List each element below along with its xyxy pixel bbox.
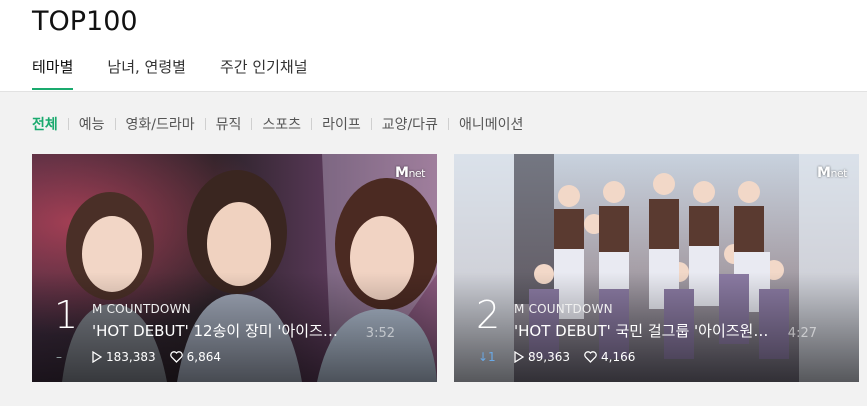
page-title: TOP100: [32, 6, 138, 37]
mnet-logo: Mnet: [395, 165, 425, 181]
channel-name[interactable]: M COUNTDOWN: [92, 302, 191, 316]
divider: [114, 118, 116, 130]
play-icon: [514, 351, 524, 363]
video-card[interactable]: Mnet 1 – M COUNTDOWN 'HOT DEBUT' 12송이 장미…: [32, 154, 437, 382]
category-all[interactable]: 전체: [32, 114, 58, 134]
header: TOP100 테마별 남녀, 연령별 주간 인기채널: [0, 0, 867, 92]
video-duration: 3:52: [365, 326, 395, 341]
like-count-value: 6,864: [186, 350, 221, 364]
tab-theme[interactable]: 테마별: [32, 56, 74, 90]
category-animation[interactable]: 애니메이션: [459, 114, 523, 134]
rank-number: 2: [476, 293, 501, 337]
divider: [447, 118, 449, 130]
heart-icon: [584, 351, 597, 363]
play-icon: [92, 351, 102, 363]
like-count-value: 4,166: [601, 350, 636, 364]
rank-change: ↓1: [478, 350, 496, 364]
category-life[interactable]: 라이프: [322, 114, 361, 134]
video-title[interactable]: 'HOT DEBUT' 국민 걸그룹 '아이즈원'의 '라비앙로즈' 무대: [514, 320, 772, 341]
category-sports[interactable]: 스포츠: [262, 114, 301, 134]
category-documentary[interactable]: 교양/다큐: [382, 114, 438, 134]
play-count: 183,383: [92, 350, 156, 364]
rank-change: –: [56, 350, 62, 364]
tab-bar: 테마별 남녀, 연령별 주간 인기채널: [32, 56, 342, 90]
video-title[interactable]: 'HOT DEBUT' 12송이 장미 '아이즈원'의 '라비앙로즈' 무대: [92, 320, 350, 341]
divider: [67, 118, 69, 130]
video-stats: 183,383 6,864: [92, 350, 235, 364]
channel-name[interactable]: M COUNTDOWN: [514, 302, 613, 316]
tab-weekly-channel[interactable]: 주간 인기채널: [220, 56, 308, 90]
video-duration: 4:27: [787, 326, 817, 341]
divider: [251, 118, 253, 130]
divider: [204, 118, 206, 130]
category-filter: 전체 예능 영화/드라마 뮤직 스포츠 라이프 교양/다큐 애니메이션: [32, 114, 523, 134]
play-count-value: 89,363: [528, 350, 570, 364]
category-music[interactable]: 뮤직: [216, 114, 242, 134]
mnet-logo: Mnet: [817, 165, 847, 181]
category-movie-drama[interactable]: 영화/드라마: [126, 114, 195, 134]
video-stats: 89,363 4,166: [514, 350, 649, 364]
like-count: 6,864: [169, 350, 221, 364]
tab-gender-age[interactable]: 남녀, 연령별: [107, 56, 186, 90]
category-variety[interactable]: 예능: [79, 114, 105, 134]
play-count-value: 183,383: [106, 350, 156, 364]
divider: [370, 118, 372, 130]
play-count: 89,363: [514, 350, 570, 364]
like-count: 4,166: [584, 350, 635, 364]
content-area: 전체 예능 영화/드라마 뮤직 스포츠 라이프 교양/다큐 애니메이션 Mnet…: [0, 92, 867, 406]
rank-number: 1: [54, 293, 79, 337]
divider: [311, 118, 313, 130]
video-card[interactable]: Mnet 2 ↓1 M COUNTDOWN 'HOT DEBUT' 국민 걸그룹…: [454, 154, 859, 382]
heart-icon: [169, 351, 183, 363]
